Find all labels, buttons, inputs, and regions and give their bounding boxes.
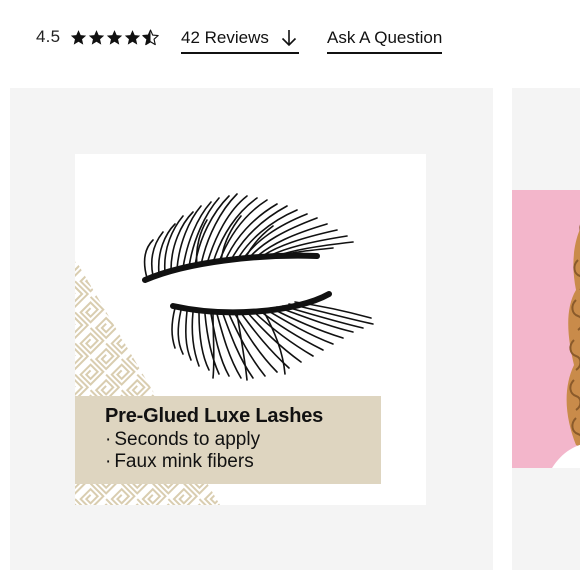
ask-question-link[interactable]: Ask A Question (327, 24, 443, 54)
lower-lash-image (170, 291, 374, 381)
next-image-card[interactable] (512, 88, 580, 570)
model-photo-image (512, 190, 580, 468)
product-image: Pre-Glued Luxe Lashes Seconds to apply F… (75, 154, 426, 505)
model-photo-thumbnail (512, 190, 580, 468)
star-full-icon (107, 29, 123, 45)
star-rating (70, 28, 159, 46)
feature-item: Faux mink fibers (105, 451, 381, 473)
rating-summary: 4.5 (36, 22, 159, 52)
rating-value: 4.5 (36, 27, 61, 46)
feature-item: Seconds to apply (105, 429, 381, 451)
ask-question-label: Ask A Question (327, 28, 443, 47)
star-full-icon (125, 29, 141, 45)
promo-title: Pre-Glued Luxe Lashes (105, 405, 324, 427)
star-full-icon (89, 29, 105, 45)
arrow-down-icon (281, 30, 296, 47)
star-full-icon (71, 29, 87, 45)
feature-list: Seconds to apply Faux mink fibers (105, 429, 381, 473)
promo-banner: Pre-Glued Luxe Lashes Seconds to apply F… (75, 396, 381, 484)
reviews-link[interactable]: 42 Reviews (181, 24, 299, 54)
star-half-icon (142, 28, 159, 45)
upper-lash-image (142, 193, 354, 283)
reviews-label: 42 Reviews (181, 28, 269, 47)
product-image-card[interactable]: Pre-Glued Luxe Lashes Seconds to apply F… (10, 88, 493, 570)
